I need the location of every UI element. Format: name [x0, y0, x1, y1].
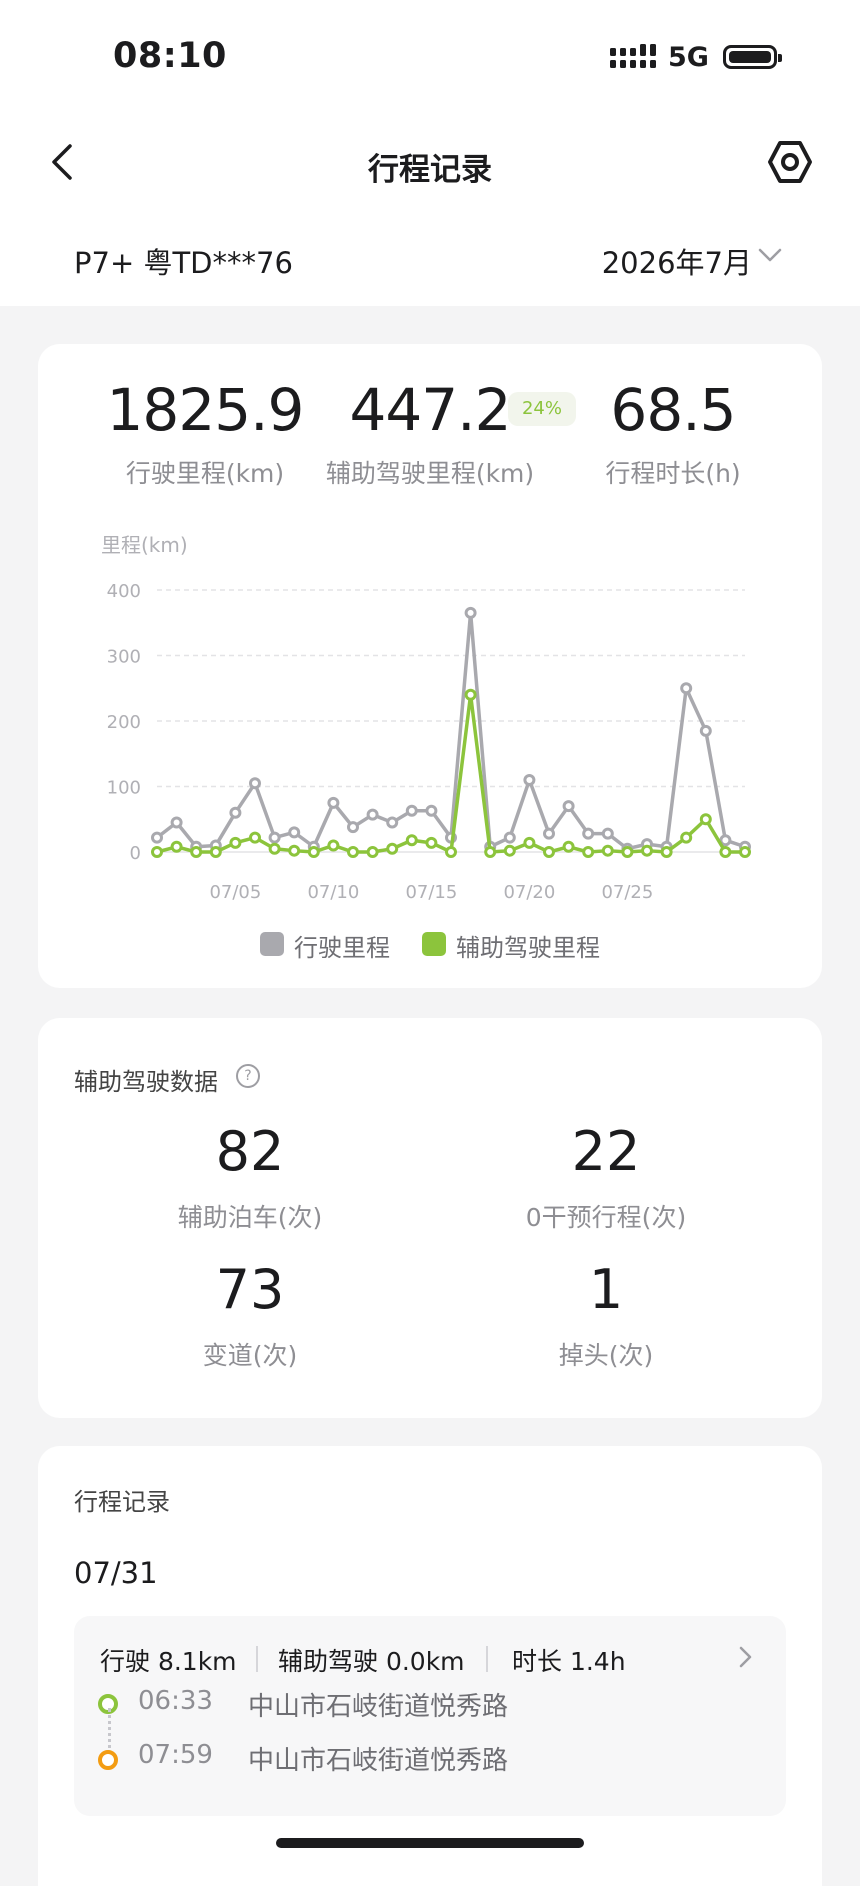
data-point — [347, 821, 359, 834]
zero-intervention-value: 22 — [571, 1120, 641, 1183]
data-point — [601, 844, 614, 857]
data-point — [209, 846, 222, 858]
data-point — [543, 827, 555, 840]
zero-intervention-label: 0干预行程(次) — [525, 1203, 687, 1232]
end-point-icon — [98, 1750, 118, 1770]
legend-swatch-assist — [422, 932, 446, 956]
trip-duration: 时长 1.4h — [512, 1647, 626, 1676]
data-point — [445, 846, 457, 858]
x-tick-label: 07/10 — [307, 882, 359, 903]
home-indicator[interactable] — [276, 1838, 584, 1848]
data-point — [386, 816, 399, 829]
data-point — [268, 831, 281, 844]
data-point — [641, 844, 653, 857]
trip-end-place: 中山市石岐街道悦秀路 — [248, 1746, 509, 1776]
help-icon[interactable]: ? — [236, 1064, 260, 1088]
data-point — [327, 796, 340, 809]
data-point — [621, 846, 634, 858]
data-point — [543, 846, 555, 858]
data-point — [523, 773, 536, 786]
data-point — [699, 724, 712, 737]
x-tick-label: 07/15 — [405, 882, 457, 903]
data-point — [327, 839, 340, 852]
trip-records-title: 行程记录 — [74, 1488, 170, 1516]
trip-end-time: 07:59 — [138, 1740, 213, 1770]
divider — [256, 1646, 258, 1672]
y-tick-label: 0 — [130, 843, 141, 864]
data-point — [366, 846, 379, 858]
data-point — [425, 804, 438, 817]
y-tick-label: 300 — [107, 647, 141, 668]
y-tick-label: 400 — [107, 581, 141, 602]
data-point — [523, 836, 536, 849]
trip-start-time: 06:33 — [138, 1686, 213, 1716]
y-axis-label: 里程(km) — [101, 533, 188, 557]
u-turn-value: 1 — [588, 1258, 624, 1321]
data-point — [719, 846, 732, 858]
y-tick-label: 100 — [107, 778, 141, 799]
u-turn-label: 掉头(次) — [558, 1341, 654, 1370]
data-point — [229, 806, 242, 819]
trip-drive-distance: 行驶 8.1km — [100, 1647, 237, 1676]
data-point — [249, 831, 261, 844]
y-tick-label: 200 — [107, 712, 141, 733]
data-point — [170, 816, 183, 829]
data-point — [680, 682, 693, 695]
data-point — [582, 827, 595, 840]
data-point — [425, 836, 438, 849]
divider — [486, 1646, 488, 1672]
data-point — [464, 688, 477, 701]
mileage-chart: 里程(km) 0 100 200 300 400 07/05 07/10 07/15 07/20 0… — [101, 533, 751, 903]
data-point — [484, 846, 497, 858]
data-point — [562, 840, 575, 853]
data-point — [739, 846, 751, 858]
data-point — [288, 844, 301, 857]
data-point — [405, 834, 418, 847]
data-point — [660, 846, 673, 858]
trip-start-place: 中山市石岐街道悦秀路 — [248, 1692, 509, 1722]
chevron-right-icon[interactable] — [738, 1644, 754, 1670]
lane-change-label: 变道(次) — [202, 1341, 298, 1370]
lane-change-value: 73 — [215, 1258, 285, 1321]
assist-data-title: 辅助驾驶数据 — [74, 1068, 218, 1096]
x-tick-label: 07/05 — [209, 882, 261, 903]
legend-swatch-total — [260, 932, 284, 956]
legend-label-total: 行驶里程 — [294, 934, 390, 962]
route-connector — [108, 1708, 111, 1756]
legend-label-assist: 辅助驾驶里程 — [456, 934, 600, 962]
data-point — [151, 846, 163, 858]
data-point — [366, 808, 379, 821]
x-tick-label: 07/20 — [503, 882, 555, 903]
data-point — [699, 813, 712, 826]
data-point — [347, 846, 359, 858]
series-line-0 — [155, 611, 746, 851]
data-point — [288, 826, 301, 839]
assist-parking-label: 辅助泊车(次) — [177, 1203, 323, 1232]
data-point — [562, 800, 575, 813]
data-point — [229, 836, 242, 849]
data-point — [170, 840, 183, 853]
assist-parking-value: 82 — [215, 1120, 285, 1183]
data-point — [503, 844, 516, 857]
data-point — [601, 827, 614, 840]
trip-assist-distance: 辅助驾驶 0.0km — [278, 1647, 465, 1676]
data-point — [151, 831, 163, 844]
data-point — [405, 804, 418, 817]
data-point — [464, 606, 477, 619]
data-point — [307, 846, 320, 858]
trip-date: 07/31 — [74, 1556, 158, 1590]
data-point — [249, 777, 261, 790]
x-tick-label: 07/25 — [601, 882, 653, 903]
data-point — [190, 846, 203, 858]
trip-item[interactable]: 行驶 8.1km 辅助驾驶 0.0km 时长 1.4h 06:33 中山市石岐街… — [74, 1616, 786, 1816]
data-point — [582, 846, 595, 858]
data-point — [503, 831, 516, 844]
data-point — [680, 831, 693, 844]
data-point — [268, 842, 281, 855]
data-point — [386, 842, 399, 855]
